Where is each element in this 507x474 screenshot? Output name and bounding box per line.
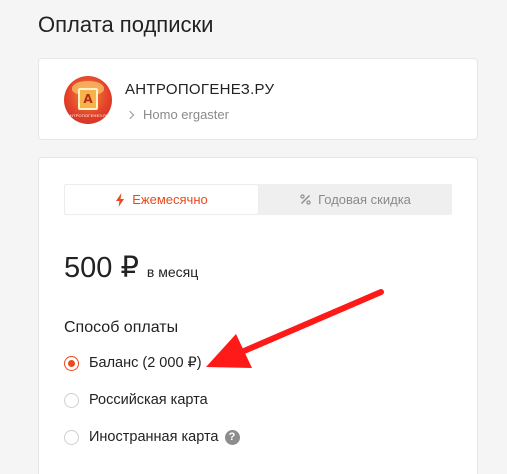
help-icon[interactable]: ? bbox=[224, 429, 240, 445]
radio-balance[interactable] bbox=[64, 355, 79, 371]
subscription-tier: Homo ergaster bbox=[125, 107, 229, 122]
lightning-icon bbox=[116, 192, 125, 207]
tier-name: Homo ergaster bbox=[143, 107, 229, 122]
author-avatar[interactable]: A АНТРОПОГЕНЕЗ.РУ bbox=[64, 76, 112, 124]
payment-option-russian-card[interactable]: Российская карта bbox=[64, 392, 208, 408]
chevron-right-icon bbox=[125, 110, 135, 119]
radio-russian-card[interactable] bbox=[64, 392, 79, 408]
payment-option-label: Российская карта bbox=[89, 392, 208, 408]
author-name[interactable]: АНТРОПОГЕНЕЗ.РУ bbox=[125, 81, 274, 98]
page-title: Оплата подписки bbox=[38, 12, 214, 37]
avatar-caption: АНТРОПОГЕНЕЗ.РУ bbox=[67, 113, 109, 118]
tab-yearly[interactable]: Годовая скидка bbox=[259, 184, 452, 215]
payment-option-label: Баланс (2 000 ₽) bbox=[89, 355, 202, 371]
avatar-logo: A bbox=[78, 88, 98, 110]
price-period: в месяц bbox=[146, 264, 199, 280]
price: 500 ₽ в месяц bbox=[64, 250, 198, 285]
percent-icon bbox=[300, 194, 311, 205]
price-amount: 500 ₽ bbox=[64, 252, 139, 284]
author-card: A АНТРОПОГЕНЕЗ.РУ АНТРОПОГЕНЕЗ.РУ Homo e… bbox=[38, 58, 478, 140]
tab-monthly-label: Ежемесячно bbox=[132, 192, 208, 207]
billing-period-tabs: Ежемесячно Годовая скидка bbox=[64, 184, 452, 215]
payment-option-foreign-card[interactable]: Иностранная карта ? bbox=[64, 429, 240, 445]
tab-yearly-label: Годовая скидка bbox=[318, 192, 411, 207]
payment-method-title: Способ оплаты bbox=[64, 319, 179, 336]
payment-card: Ежемесячно Годовая скидка 500 ₽ в месяц … bbox=[38, 157, 478, 474]
radio-foreign-card[interactable] bbox=[64, 429, 79, 445]
payment-option-balance[interactable]: Баланс (2 000 ₽) bbox=[64, 355, 202, 371]
tab-monthly[interactable]: Ежемесячно bbox=[65, 185, 258, 214]
payment-option-label: Иностранная карта bbox=[89, 429, 219, 445]
